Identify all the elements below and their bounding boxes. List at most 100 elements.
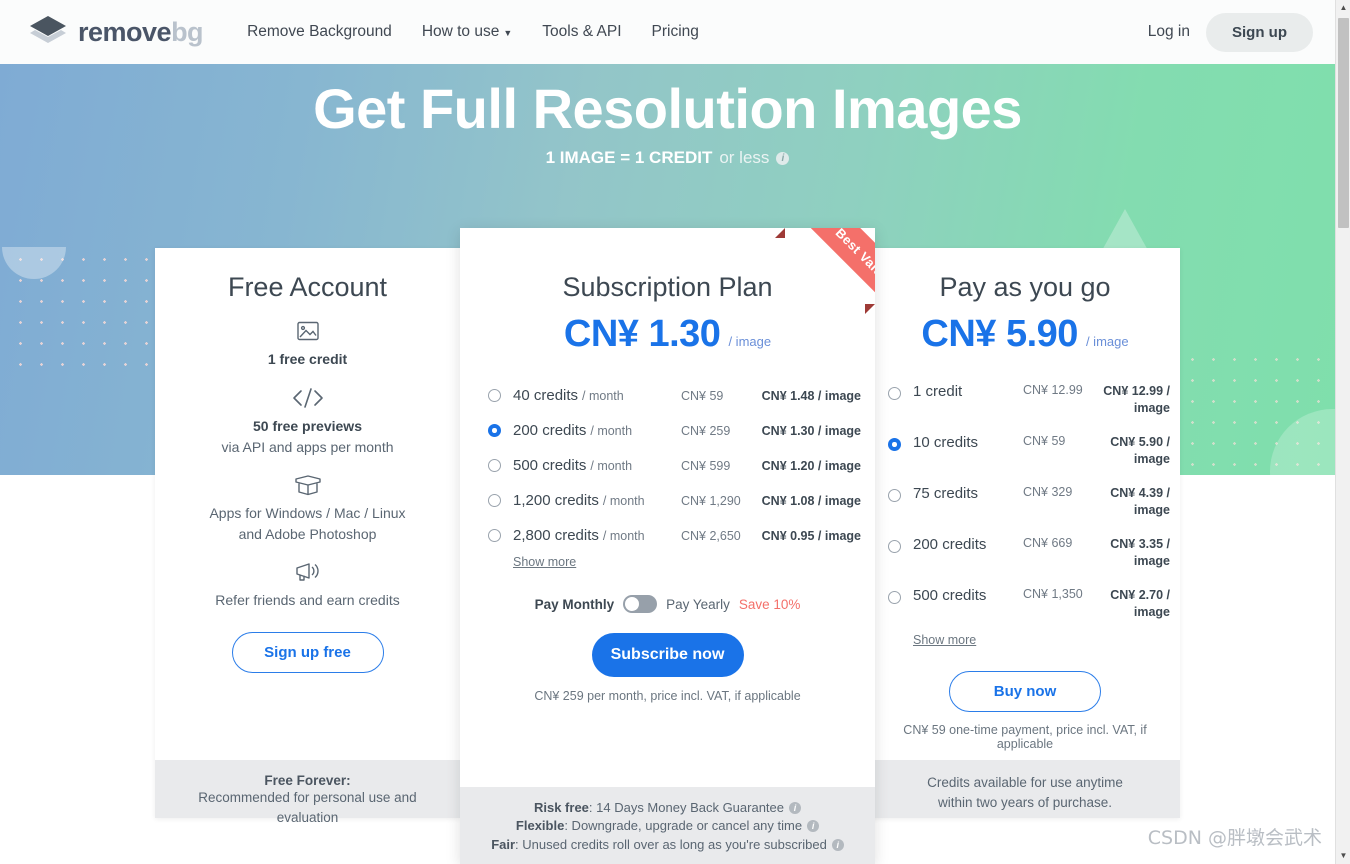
subscription-options: 40 credits / month CN¥ 59 CN¥ 1.48 / ima… — [460, 378, 875, 553]
subscription-show-more-link[interactable]: Show more — [513, 555, 576, 569]
payg-note: CN¥ 59 one-time payment, price incl. VAT… — [903, 723, 1147, 751]
payg-options: 1 credit CN¥ 12.99 CN¥ 12.99 / image 10 … — [870, 378, 1180, 633]
subscription-option-row[interactable]: 1,200 credits / month CN¥ 1,290 CN¥ 1.08… — [488, 483, 875, 518]
nav-item-tools-api[interactable]: Tools & API — [542, 23, 621, 41]
payg-card-footer: Credits available for use anytime within… — [870, 760, 1180, 818]
switch-knob — [625, 597, 640, 611]
payg-option-row[interactable]: 500 credits CN¥ 1,350 CN¥ 2.70 / image — [888, 582, 1170, 633]
payg-price-amount: CN¥ 5.90 — [921, 313, 1078, 355]
billing-period-toggle-row: Pay Monthly Pay Yearly Save 10% — [460, 595, 875, 613]
subscription-option-row[interactable]: 200 credits / month CN¥ 259 CN¥ 1.30 / i… — [488, 413, 875, 448]
feature-label: 1 free credit — [267, 351, 348, 367]
payg-option-row[interactable]: 10 credits CN¥ 59 CN¥ 5.90 / image — [888, 429, 1170, 480]
subscription-option-each: CN¥ 1.48 / image — [761, 388, 861, 403]
scrollbar-thumb[interactable] — [1338, 18, 1349, 228]
subscription-option-name: 200 credits / month — [513, 422, 633, 439]
scroll-down-arrow-icon[interactable]: ▼ — [1336, 848, 1350, 864]
radio-button[interactable] — [888, 540, 901, 553]
payg-option-total: CN¥ 329 — [1023, 485, 1073, 499]
login-link[interactable]: Log in — [1148, 23, 1190, 41]
nav-item-pricing[interactable]: Pricing — [652, 23, 699, 41]
radio-button[interactable] — [888, 591, 901, 604]
logo-text-remove: remove — [78, 16, 172, 47]
subscription-option-each: CN¥ 1.30 / image — [761, 423, 861, 438]
vertical-scrollbar[interactable]: ▲ ▼ — [1335, 0, 1350, 864]
subscription-show-more-wrap: Show more — [460, 553, 875, 571]
radio-button[interactable] — [888, 489, 901, 502]
hero-subtitle-light: or less — [719, 148, 770, 167]
footer-fair: Fair: Unused credits roll over as long a… — [470, 836, 865, 854]
payg-option-each: CN¥ 2.70 / image — [1110, 588, 1170, 619]
payg-option-each: CN¥ 5.90 / image — [1110, 435, 1170, 466]
save-badge: Save 10% — [738, 596, 801, 612]
image-icon — [155, 319, 460, 343]
nav-item-how-to-use[interactable]: How to use ▼ — [422, 23, 512, 41]
open-box-icon — [155, 473, 460, 497]
billing-period-switch[interactable] — [623, 595, 658, 613]
subscription-option-row[interactable]: 40 credits / month CN¥ 59 CN¥ 1.48 / ima… — [488, 378, 875, 413]
subscription-card-footer: Risk free: 14 Days Money Back Guarantee … — [460, 786, 875, 864]
info-icon[interactable]: i — [776, 151, 790, 165]
feature-free-previews: 50 free previews via API and apps per mo… — [155, 386, 460, 457]
payg-option-row[interactable]: 200 credits CN¥ 669 CN¥ 3.35 / image — [888, 531, 1170, 582]
radio-button[interactable] — [488, 494, 501, 507]
page-title: Get Full Resolution Images — [313, 77, 1022, 140]
payg-option-name: 1 credit — [913, 383, 963, 400]
subscription-note: CN¥ 259 per month, price incl. VAT, if a… — [534, 689, 801, 703]
info-icon[interactable]: i — [807, 820, 820, 833]
payg-option-each: CN¥ 12.99 / image — [1103, 384, 1170, 415]
nav-item-remove-background[interactable]: Remove Background — [247, 23, 392, 41]
subscription-option-total: CN¥ 1,290 — [681, 493, 741, 508]
subscription-option-total: CN¥ 259 — [681, 423, 731, 438]
radio-button[interactable] — [488, 389, 501, 402]
pay-as-you-go-card: Pay as you go CN¥ 5.90 / image 1 credit … — [870, 248, 1180, 818]
logo-text: removebg — [78, 16, 204, 48]
signup-free-button[interactable]: Sign up free — [231, 632, 384, 674]
payg-option-total: CN¥ 669 — [1023, 536, 1073, 550]
scroll-up-arrow-icon[interactable]: ▲ — [1336, 0, 1350, 16]
buy-now-button[interactable]: Buy now — [949, 671, 1101, 712]
free-account-card: Free Account 1 free credit 50 free previ… — [155, 248, 460, 825]
site-header: removebg Remove Background How to use ▼ … — [0, 0, 1335, 64]
footer-strong: Fair — [491, 836, 516, 852]
info-icon[interactable]: i — [789, 801, 802, 814]
chevron-down-icon: ▼ — [503, 28, 513, 38]
payg-option-row[interactable]: 75 credits CN¥ 329 CN¥ 4.39 / image — [888, 480, 1170, 531]
radio-button[interactable] — [488, 459, 501, 472]
free-card-footer: Free Forever: Recommended for personal u… — [155, 760, 460, 825]
feature-referral: Refer friends and earn credits — [155, 560, 460, 610]
radio-button[interactable] — [488, 529, 501, 542]
nav-label: Pricing — [651, 23, 699, 40]
nav-label: How to use — [421, 23, 500, 40]
radio-button-selected[interactable] — [488, 424, 501, 437]
payg-footer-line-1: Credits available for use anytime — [927, 775, 1123, 790]
pricing-page: Get Full Resolution Images 1 IMAGE = 1 C… — [0, 0, 1350, 864]
payg-option-name: 200 credits — [913, 536, 987, 553]
footer-text: : 14 Days Money Back Guarantee — [588, 799, 785, 815]
subscribe-now-button[interactable]: Subscribe now — [591, 633, 744, 677]
payg-show-more-link[interactable]: Show more — [913, 633, 976, 647]
subscription-option-total: CN¥ 2,650 — [681, 528, 741, 543]
payg-option-total: CN¥ 1,350 — [1023, 587, 1083, 601]
subscription-option-row[interactable]: 500 credits / month CN¥ 599 CN¥ 1.20 / i… — [488, 448, 875, 483]
feature-line-1: Apps for Windows / Mac / Linux — [209, 505, 406, 522]
radio-button-selected[interactable] — [888, 438, 901, 451]
subscription-plan-card: Best Value Subscription Plan CN¥ 1.30 / … — [460, 228, 875, 864]
subscription-option-name: 500 credits / month — [513, 457, 633, 474]
payg-option-name: 500 credits — [913, 587, 987, 604]
free-footer-strong: Free Forever: — [264, 773, 351, 788]
feature-apps: Apps for Windows / Mac / Linux and Adobe… — [155, 473, 460, 544]
feature-line-2: and Adobe Photoshop — [238, 525, 377, 542]
footer-text: : Unused credits roll over as long as yo… — [515, 836, 827, 852]
subscription-option-total: CN¥ 599 — [681, 458, 731, 473]
signup-button[interactable]: Sign up — [1206, 12, 1313, 52]
subscription-option-row[interactable]: 2,800 credits / month CN¥ 2,650 CN¥ 0.95… — [488, 518, 875, 553]
pay-monthly-label: Pay Monthly — [534, 596, 615, 612]
logo[interactable]: removebg — [28, 15, 204, 49]
radio-button[interactable] — [888, 387, 901, 400]
payg-option-row[interactable]: 1 credit CN¥ 12.99 CN¥ 12.99 / image — [888, 378, 1170, 429]
subscription-option-each: CN¥ 1.08 / image — [761, 493, 861, 508]
payg-option-each: CN¥ 4.39 / image — [1110, 486, 1170, 517]
info-icon[interactable]: i — [831, 838, 844, 851]
payg-option-total: CN¥ 12.99 — [1023, 383, 1083, 397]
